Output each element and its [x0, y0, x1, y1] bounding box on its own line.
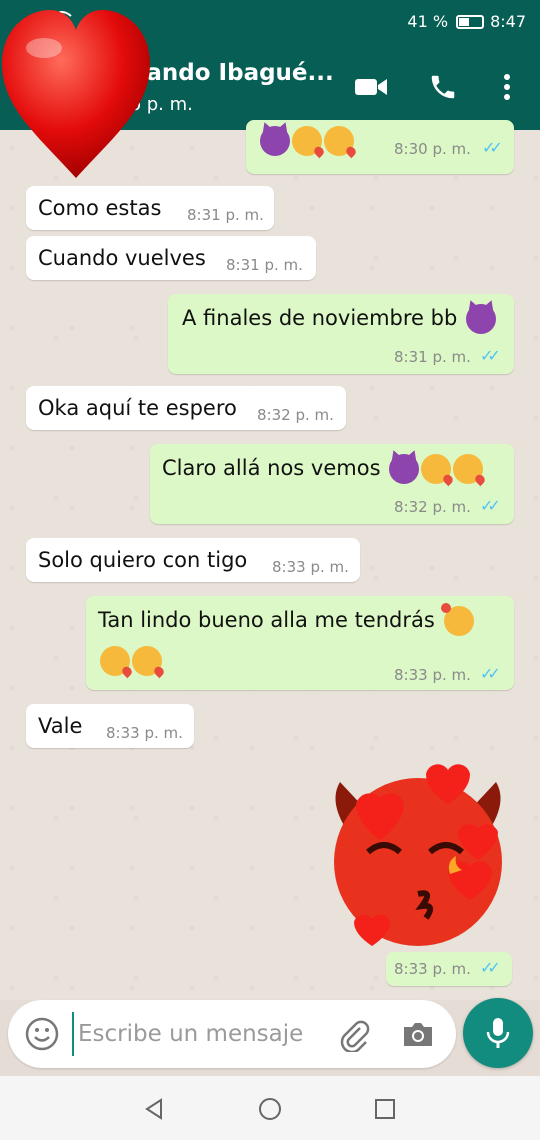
home-nav-icon[interactable]: [255, 1094, 285, 1124]
message-time: 8:32 p. m.: [394, 498, 471, 516]
devil-emoji-icon: [389, 454, 420, 484]
kiss-emoji-icon: [292, 126, 322, 156]
message-text: Cuando vuelves: [38, 246, 206, 270]
message-text: Tan lindo bueno alla me tendrás: [98, 603, 474, 636]
message-bubble-outgoing[interactable]: A finales de noviembre bb 8:31 p. m. ✓✓: [168, 294, 514, 374]
phone-icon[interactable]: [426, 70, 460, 104]
message-composer[interactable]: [8, 1000, 456, 1068]
message-time: 8:31 p. m.: [226, 256, 303, 274]
message-time: 8:33 p. m.: [394, 666, 471, 684]
kiss-emoji-icon: [453, 454, 484, 484]
message-input[interactable]: [72, 1012, 322, 1056]
message-emojis: [258, 126, 354, 156]
message-text: A finales de noviembre bb: [182, 304, 496, 334]
kiss-emoji-icon: [421, 454, 452, 484]
devil-emoji-icon: [260, 126, 290, 156]
recents-nav-icon[interactable]: [370, 1094, 400, 1124]
camera-icon[interactable]: [400, 1016, 436, 1052]
devil-sticker[interactable]: [318, 762, 518, 952]
message-bubble-incoming[interactable]: Oka aquí te espero 8:32 p. m.: [26, 386, 346, 430]
message-text: Oka aquí te espero: [38, 396, 237, 420]
message-bubble-incoming[interactable]: Vale 8:33 p. m.: [26, 704, 194, 748]
system-nav-bar: [0, 1076, 540, 1140]
message-time: 8:30 p. m.: [394, 140, 471, 158]
clock: 8:47: [490, 12, 526, 31]
read-ticks-icon: ✓✓: [480, 958, 501, 977]
back-nav-icon[interactable]: [140, 1094, 170, 1124]
contact-name[interactable]: nando Ibagué...: [130, 60, 334, 86]
sticker-time-bubble: 8:33 p. m. ✓✓: [386, 952, 512, 986]
battery-icon: [456, 14, 485, 29]
read-ticks-icon: ✓✓: [480, 346, 501, 365]
message-bubble-incoming[interactable]: Solo quiero con tigo 8:33 p. m.: [26, 538, 360, 582]
message-bubble-outgoing[interactable]: Tan lindo bueno alla me tendrás 8:33 p. …: [86, 596, 514, 690]
mic-button[interactable]: [463, 998, 533, 1068]
message-bubble-incoming[interactable]: Cuando vuelves 8:31 p. m.: [26, 236, 316, 280]
read-ticks-icon: ✓✓: [480, 664, 501, 683]
message-time: 8:33 p. m.: [394, 960, 471, 978]
kiss-emoji-icon: [324, 126, 354, 156]
more-options-icon[interactable]: [490, 70, 524, 104]
message-emojis: [98, 646, 162, 676]
message-bubble-incoming[interactable]: Como estas 8:31 p. m.: [26, 186, 274, 230]
emoji-icon[interactable]: [24, 1016, 60, 1052]
message-time: 8:33 p. m.: [106, 724, 183, 742]
message-time: 8:33 p. m.: [272, 558, 349, 576]
heart-icon: [2, 10, 150, 178]
smiling-hearts-emoji-icon: [440, 603, 474, 636]
message-bubble-outgoing[interactable]: Claro allá nos vemos 8:32 p. m. ✓✓: [150, 444, 514, 524]
message-time: 8:31 p. m.: [394, 348, 471, 366]
kiss-emoji-icon: [100, 646, 130, 676]
message-time: 8:31 p. m.: [187, 206, 264, 224]
battery-percent: 41 %: [407, 12, 449, 31]
mic-icon: [486, 1018, 510, 1048]
devil-emoji-icon: [465, 304, 496, 334]
attach-icon[interactable]: [336, 1016, 372, 1054]
video-call-icon[interactable]: [354, 70, 388, 104]
message-bubble-outgoing[interactable]: 8:30 p. m. ✓✓: [246, 120, 514, 174]
message-time: 8:32 p. m.: [257, 406, 334, 424]
message-text: Como estas: [38, 196, 162, 220]
message-text: Claro allá nos vemos: [162, 454, 484, 484]
message-text: Solo quiero con tigo: [38, 548, 248, 572]
kiss-emoji-icon: [132, 646, 162, 676]
read-ticks-icon: ✓✓: [480, 496, 501, 515]
message-text: Vale: [38, 714, 83, 738]
read-ticks-icon: ✓✓: [482, 138, 503, 157]
